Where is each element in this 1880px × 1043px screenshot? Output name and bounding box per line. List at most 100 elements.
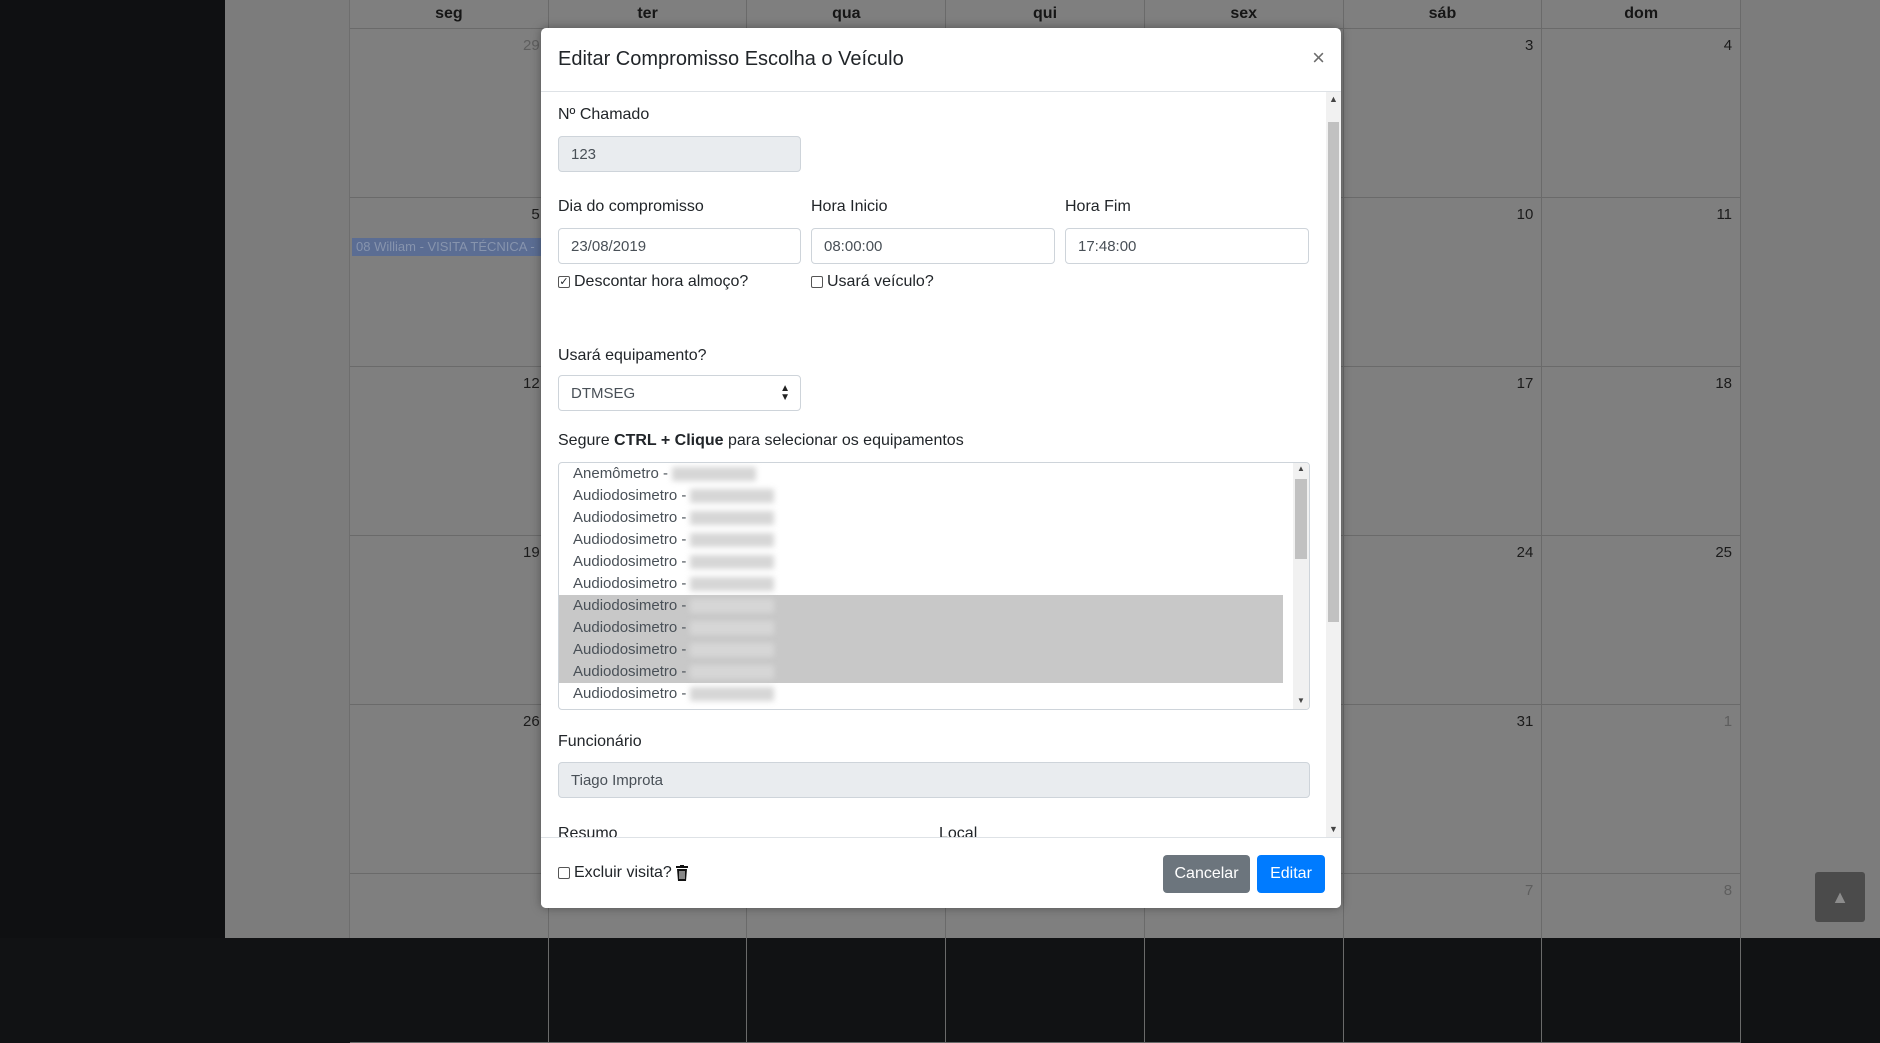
- equipment-option[interactable]: Audiodosimetro -: [559, 485, 1283, 507]
- redacted-serial: [690, 687, 775, 702]
- cancel-button[interactable]: Cancelar: [1163, 855, 1250, 893]
- modal-scroll-down-icon[interactable]: ▼: [1329, 824, 1338, 834]
- resumo-label: Resumo: [558, 825, 618, 837]
- calendar-day-cell[interactable]: 31: [1344, 705, 1543, 873]
- equipment-option[interactable]: Audiodosimetro -: [559, 661, 1283, 683]
- calendar-day-number: 18: [1715, 375, 1733, 392]
- scroll-up-icon[interactable]: ▲: [1297, 464, 1305, 473]
- calendar-day-cell[interactable]: 11: [1542, 198, 1742, 366]
- calendar-day-cell[interactable]: 4: [1542, 29, 1742, 197]
- calendar-day-number: 19: [523, 544, 540, 561]
- checkbox-icon: [558, 867, 570, 879]
- hint-suffix: para selecionar os equipamentos: [723, 432, 964, 449]
- scroll-to-top-button[interactable]: ▲: [1815, 872, 1865, 922]
- calendar-day-cell[interactable]: 3: [1344, 29, 1543, 197]
- funcionario-field[interactable]: Tiago Improta: [558, 762, 1310, 798]
- equipment-option[interactable]: Audiodosimetro -: [559, 507, 1283, 529]
- hora-fim-label: Hora Fim: [1065, 198, 1131, 215]
- equipment-option[interactable]: Audiodosimetro -: [559, 639, 1283, 661]
- calendar-day-number: 5: [531, 206, 540, 223]
- calendar-day-number: 8: [1723, 882, 1733, 899]
- listbox-scrollbar[interactable]: ▲ ▼: [1293, 463, 1309, 709]
- calendar-day-cell[interactable]: 24: [1344, 536, 1543, 704]
- calendar-day-cell[interactable]: 25: [1542, 536, 1742, 704]
- hint-keys: CTRL + Clique: [614, 432, 724, 449]
- calendar-day-cell[interactable]: 26: [350, 705, 549, 873]
- scroll-down-icon[interactable]: ▼: [1297, 696, 1305, 705]
- weekday-mon: seg: [350, 0, 549, 28]
- listbox-scroll-thumb[interactable]: [1295, 479, 1307, 559]
- weekday-tue: ter: [549, 0, 748, 28]
- checkbox-icon: [811, 276, 823, 288]
- equipment-option-label: Audiodosimetro -: [573, 685, 687, 702]
- equipment-option[interactable]: Audiodosimetro -: [559, 551, 1283, 573]
- calendar-day-number: 24: [1516, 544, 1534, 561]
- calendar-day-number: 31: [1516, 713, 1534, 730]
- calendar-day-cell[interactable]: 19: [350, 536, 549, 704]
- equipment-option[interactable]: Anemômetro -: [559, 463, 1283, 485]
- equipment-hint: Segure CTRL + Clique para selecionar os …: [558, 432, 964, 450]
- edit-button[interactable]: Editar: [1257, 855, 1325, 893]
- close-button[interactable]: ×: [1312, 45, 1325, 71]
- equipment-option[interactable]: Audiodosimetro -: [559, 573, 1283, 595]
- weekday-thu: qui: [946, 0, 1145, 28]
- equipment-listbox[interactable]: Anemômetro - Audiodosimetro - Audiodosimet…: [558, 462, 1310, 710]
- equipment-option[interactable]: Audiodosimetro -: [559, 683, 1283, 705]
- equipamento-select-value: DTMSEG: [571, 385, 636, 402]
- local-label: Local: [939, 825, 978, 837]
- trash-icon[interactable]: [675, 865, 689, 881]
- calendar-day-cell[interactable]: 18: [1542, 367, 1742, 535]
- calendar-day-cell[interactable]: 1: [1542, 705, 1742, 873]
- hora-fim-field[interactable]: 17:48:00: [1065, 228, 1309, 264]
- redacted-serial: [690, 643, 775, 658]
- modal-footer: Excluir visita? Cancelar Editar: [541, 837, 1341, 908]
- calendar-day-number: 26: [523, 713, 540, 730]
- calendar-day-cell[interactable]: 8: [1542, 874, 1742, 1042]
- calendar-day-cell[interactable]: 5 08 William - VISITA TÉCNICA -: [350, 198, 549, 366]
- excluir-visita-checkbox[interactable]: Excluir visita?: [558, 864, 689, 882]
- calendar-day-cell[interactable]: 12: [350, 367, 549, 535]
- equipment-option-label: Audiodosimetro -: [573, 663, 687, 680]
- equipment-option-label: Audiodosimetro -: [573, 619, 687, 636]
- descontar-almoco-checkbox[interactable]: ✓ Descontar hora almoço?: [558, 273, 748, 291]
- calendar-day-cell[interactable]: 29: [350, 29, 549, 197]
- equipamento-label: Usará equipamento?: [558, 347, 707, 364]
- calendar-day-number: 1: [1723, 713, 1733, 730]
- modal-scrollbar[interactable]: ▲ ▼: [1326, 92, 1341, 837]
- modal-title: Editar Compromisso Escolha o Veículo: [558, 48, 904, 70]
- modal-scroll-thumb[interactable]: [1328, 122, 1339, 622]
- dia-label: Dia do compromisso: [558, 198, 704, 215]
- equipamento-select[interactable]: DTMSEG ▲ ▼: [558, 375, 801, 411]
- calendar-weekday-header: seg ter qua qui sex sáb dom: [350, 0, 1742, 29]
- calendar-day-number: 11: [1716, 206, 1733, 223]
- calendar-day-cell[interactable]: 7: [1344, 874, 1543, 1042]
- funcionario-label: Funcionário: [558, 733, 642, 750]
- dia-field[interactable]: 23/08/2019: [558, 228, 801, 264]
- modal-header: Editar Compromisso Escolha o Veículo ×: [541, 28, 1341, 92]
- edit-appointment-modal: Editar Compromisso Escolha o Veículo × N…: [541, 28, 1341, 908]
- check-icon: ✓: [558, 276, 570, 288]
- excluir-visita-label: Excluir visita?: [574, 864, 672, 881]
- usara-veiculo-checkbox[interactable]: Usará veículo?: [811, 273, 934, 291]
- modal-body: Nº Chamado 123 Dia do compromisso 23/08/…: [541, 92, 1326, 837]
- equipment-option[interactable]: Audiodosimetro -: [559, 595, 1283, 617]
- equipment-option-label: Audiodosimetro -: [573, 597, 687, 614]
- equipment-option[interactable]: Audiodosimetro -: [559, 529, 1283, 551]
- calendar-day-number: 7: [1524, 882, 1534, 899]
- equipment-option-label: Anemômetro -: [573, 465, 669, 482]
- redacted-serial: [690, 599, 775, 614]
- modal-scroll-up-icon[interactable]: ▲: [1329, 94, 1338, 104]
- calendar-day-cell[interactable]: 17: [1344, 367, 1543, 535]
- select-arrows-icon: ▲ ▼: [780, 383, 790, 403]
- weekday-sun: dom: [1542, 0, 1742, 28]
- equipment-option[interactable]: Audiodosimetro -: [559, 617, 1283, 639]
- chamado-field[interactable]: 123: [558, 136, 801, 172]
- redacted-serial: [690, 511, 775, 526]
- hora-inicio-field[interactable]: 08:00:00: [811, 228, 1055, 264]
- calendar-day-cell[interactable]: 10: [1344, 198, 1543, 366]
- calendar-day-cell[interactable]: [350, 874, 549, 1042]
- equipment-list: Anemômetro - Audiodosimetro - Audiodosimet…: [559, 463, 1309, 705]
- left-navigation: [0, 0, 225, 938]
- equipment-option-label: Audiodosimetro -: [573, 575, 687, 592]
- calendar-event[interactable]: 08 William - VISITA TÉCNICA -: [352, 238, 546, 256]
